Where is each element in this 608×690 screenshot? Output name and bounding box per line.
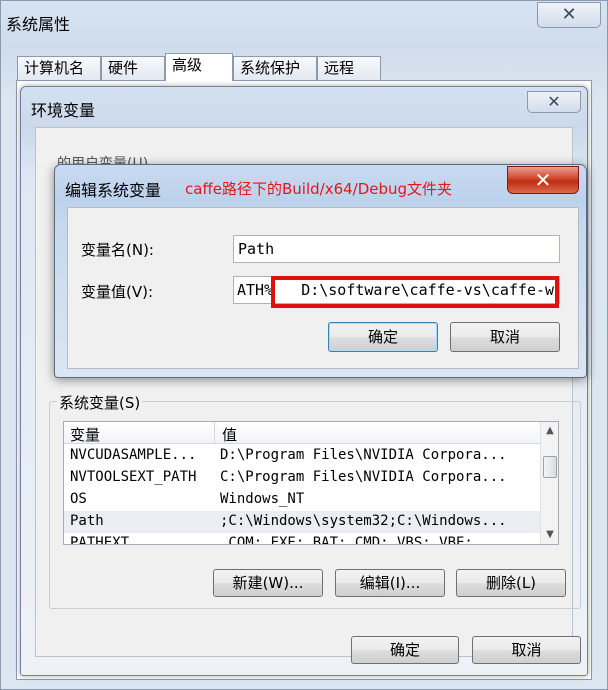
variable-value-label: 变量值(V): [81,283,154,301]
system-properties-title: 系统属性 [6,15,71,34]
edit-variable-ok-button[interactable]: 确定 [328,322,438,352]
list-vertical-scrollbar[interactable]: ▲ ▼ [540,422,558,544]
edit-system-variable-dialog: 编辑系统变量 caffe路径下的Build/x64/Debug文件夹 ✕ 变量名… [54,164,587,378]
tab-computer-name[interactable]: 计算机名 [17,56,101,80]
edit-system-variable-title: 编辑系统变量 [65,181,162,200]
edit-variable-cancel-button[interactable]: 取消 [450,322,560,352]
environment-variables-title: 环境变量 [31,101,96,120]
environment-ok-button[interactable]: 确定 [351,636,459,664]
variable-name: NVTOOLSEXT_PATH [70,469,197,485]
edit-variable-close-button[interactable]: ✕ [507,166,579,194]
variable-value: .COM;.EXE;.BAT;.CMD;.VBS;.VBE;... [220,535,499,545]
variable-name: OS [70,491,87,507]
tab-system-protection[interactable]: 系统保护 [233,56,317,80]
column-header-value[interactable]: 值 [222,424,237,445]
variable-value: Windows_NT [220,491,305,507]
scroll-up-icon[interactable]: ▲ [541,422,558,440]
tab-remote[interactable]: 远程 [317,56,381,80]
delete-variable-button[interactable]: 删除(L) [456,569,566,597]
variable-value-scrolled-prefix: ATH% [237,281,274,299]
system-variables-group-label: 系统变量(S) [57,392,143,413]
scroll-down-icon[interactable]: ▼ [541,526,558,544]
tab-hardware[interactable]: 硬件 [101,56,165,80]
table-row[interactable]: OS Windows_NT [64,489,540,511]
variable-name: NVCUDASAMPLE... [70,447,197,463]
variable-name: PATHEXT [70,535,130,545]
variable-name-field[interactable]: Path [233,235,560,263]
variable-value: ;C:\Windows\system32;C:\Windows... [220,513,507,529]
scroll-thumb[interactable] [543,456,557,478]
table-row[interactable]: NVTOOLSEXT_PATH C:\Program Files\NVIDIA … [64,467,540,489]
tab-advanced[interactable]: 高级 [165,53,233,81]
system-properties-close-button[interactable]: ✕ [537,2,601,28]
table-row[interactable]: PATHEXT .COM;.EXE;.BAT;.CMD;.VBS;.VBE;..… [64,533,540,545]
variable-value: C:\Program Files\NVIDIA Corpora... [220,469,507,485]
path-annotation-note: caffe路径下的Build/x64/Debug文件夹 [185,180,453,198]
environment-variables-close-button[interactable]: ✕ [527,91,581,113]
column-header-variable[interactable]: 变量 [70,424,100,445]
variable-name-label: 变量名(N): [81,241,154,259]
variable-value: D:\Program Files\NVIDIA Corpora... [220,447,507,463]
list-header: 变量 值 [64,422,540,444]
environment-cancel-button[interactable]: 取消 [472,636,581,664]
edit-variable-button[interactable]: 编辑(I)... [335,569,445,597]
column-divider[interactable] [214,422,215,444]
new-variable-button[interactable]: 新建(W)... [213,569,323,597]
table-row[interactable]: NVCUDASAMPLE... D:\Program Files\NVIDIA … [64,445,540,467]
table-row-selected[interactable]: Path ;C:\Windows\system32;C:\Windows... [64,511,540,533]
variable-name: Path [70,513,104,529]
path-highlight-box [271,276,559,308]
system-variables-list[interactable]: 变量 值 NVCUDASAMPLE... D:\Program Files\NV… [63,421,559,545]
